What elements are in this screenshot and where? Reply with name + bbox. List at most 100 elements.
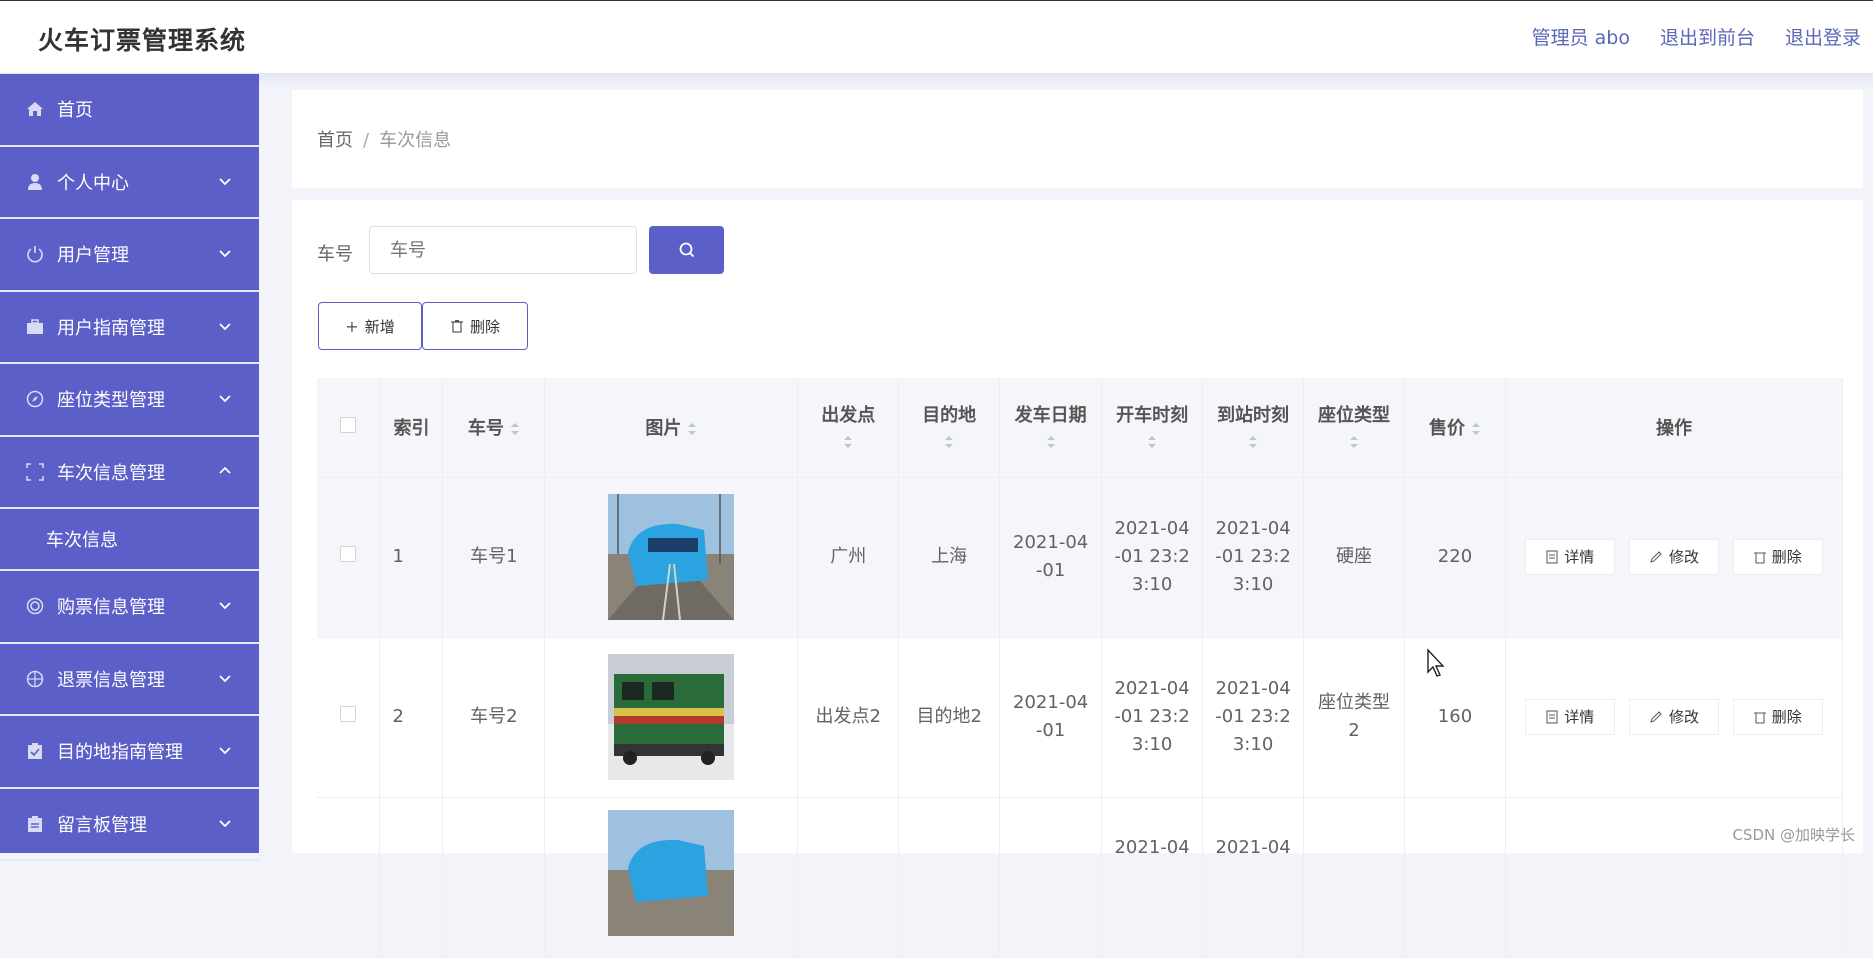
sort-icon: [1046, 435, 1056, 449]
cell-date: 2021-04-01: [1000, 637, 1102, 797]
mouse-cursor-icon: [1426, 648, 1446, 678]
cell-seat: [1304, 797, 1405, 957]
table-row: 2021-04 2021-04: [317, 797, 1843, 957]
search-button[interactable]: [649, 226, 724, 274]
cell-depart: 2021-04: [1102, 797, 1203, 957]
row-checkbox[interactable]: [340, 546, 356, 562]
search-input[interactable]: [369, 226, 637, 274]
col-arrive[interactable]: 到站时刻: [1203, 378, 1304, 477]
col-seat[interactable]: 座位类型: [1304, 378, 1405, 477]
row-select-cell: [317, 797, 380, 957]
sidebar-item-guide[interactable]: 用户指南管理: [0, 292, 259, 365]
col-train-no[interactable]: 车号: [443, 378, 545, 477]
chevron-down-icon: [217, 815, 233, 831]
detail-label: 详情: [1564, 703, 1594, 731]
cell-to: [899, 797, 1000, 957]
table-header-row: 索引 车号 图片 出发点 目的地 发车日期 开车时刻 到站时刻 座位类型 售价 …: [317, 378, 1843, 477]
col-from[interactable]: 出发点: [798, 378, 899, 477]
col-image[interactable]: 图片: [545, 378, 798, 477]
sort-icon: [843, 435, 853, 449]
user-icon: [25, 172, 45, 192]
trash-icon: [1754, 710, 1766, 724]
breadcrumb-separator: /: [363, 130, 369, 151]
edit-button[interactable]: 修改: [1629, 539, 1719, 575]
col-depart[interactable]: 开车时刻: [1102, 378, 1203, 477]
cell-image: [545, 477, 798, 637]
cell-seat: 座位类型2: [1304, 637, 1405, 797]
cell-depart: 2021-04-01 23:23:10: [1102, 637, 1203, 797]
chevron-down-icon: [217, 245, 233, 261]
chevron-down-icon: [217, 597, 233, 613]
cell-index: [380, 797, 443, 957]
select-all-checkbox[interactable]: [340, 417, 356, 433]
clipboard-icon: [25, 814, 45, 834]
breadcrumb-home[interactable]: 首页: [317, 130, 353, 151]
edit-label: 修改: [1669, 543, 1699, 571]
cell-train-no: [443, 797, 545, 957]
app-title: 火车订票管理系统: [38, 21, 246, 57]
sidebar-item-label: 首页: [57, 96, 93, 122]
sidebar-item-label: 座位类型管理: [57, 386, 165, 412]
cell-date: [1000, 797, 1102, 957]
sidebar-item-label: 留言板管理: [57, 811, 147, 837]
trash-icon: [450, 319, 464, 333]
cell-arrive: 2021-04-01 23:23:10: [1203, 637, 1304, 797]
sidebar-item-seat-type[interactable]: 座位类型管理: [0, 364, 259, 437]
detail-label: 详情: [1564, 543, 1594, 571]
header-links: 管理员 abo 退出到前台 退出登录: [1532, 23, 1861, 50]
sort-icon: [1471, 422, 1481, 436]
briefcase-icon: [25, 317, 45, 337]
row-delete-button[interactable]: 删除: [1733, 699, 1823, 735]
cell-from: 出发点2: [798, 637, 899, 797]
cell-to: 目的地2: [899, 637, 1000, 797]
col-price[interactable]: 售价: [1405, 378, 1506, 477]
breadcrumb-current: 车次信息: [379, 130, 451, 151]
sort-icon: [944, 435, 954, 449]
col-label: 车号: [468, 418, 504, 439]
add-button[interactable]: + 新增: [318, 302, 422, 350]
sidebar-subitem-train-info[interactable]: 车次信息: [0, 509, 259, 571]
detail-button[interactable]: 详情: [1525, 539, 1615, 575]
compass-icon: [25, 389, 45, 409]
sidebar-item-personal[interactable]: 个人中心: [0, 147, 259, 220]
col-actions: 操作: [1505, 378, 1842, 477]
cell-price: 220: [1405, 477, 1506, 637]
row-delete-button[interactable]: 删除: [1733, 539, 1823, 575]
cell-index: 1: [380, 477, 443, 637]
logout-link[interactable]: 退出登录: [1785, 23, 1861, 50]
col-date[interactable]: 发车日期: [1000, 378, 1102, 477]
cell-to: 上海: [899, 477, 1000, 637]
detail-button[interactable]: 详情: [1525, 699, 1615, 735]
cell-train-no: 车号1: [443, 477, 545, 637]
col-to[interactable]: 目的地: [899, 378, 1000, 477]
trash-icon: [1754, 550, 1766, 564]
chevron-down-icon: [217, 173, 233, 189]
chevron-down-icon: [217, 670, 233, 686]
sidebar-item-home[interactable]: 首页: [0, 74, 259, 147]
table-row: 1 车号1 广州 上海 2021-04-01 2021-04-01 23:23:…: [317, 477, 1843, 637]
cell-seat: 硬座: [1304, 477, 1405, 637]
sidebar-item-refund[interactable]: 退票信息管理: [0, 644, 259, 717]
plus-icon: +: [345, 317, 358, 336]
cell-price: 160: [1405, 637, 1506, 797]
cell-date: 2021-04-01: [1000, 477, 1102, 637]
sidebar-item-users[interactable]: 用户管理: [0, 219, 259, 292]
frame-icon: [25, 462, 45, 482]
row-checkbox[interactable]: [340, 706, 356, 722]
top-header: 火车订票管理系统 管理员 abo 退出到前台 退出登录: [0, 0, 1873, 74]
chevron-down-icon: [217, 742, 233, 758]
edit-button[interactable]: 修改: [1629, 699, 1719, 735]
exit-to-front-link[interactable]: 退出到前台: [1660, 23, 1755, 50]
sidebar-item-purchase[interactable]: 购票信息管理: [0, 571, 259, 644]
cell-image: [545, 637, 798, 797]
admin-user-link[interactable]: 管理员 abo: [1532, 23, 1630, 50]
sidebar-item-destination[interactable]: 目的地指南管理: [0, 716, 259, 789]
col-label: 到站时刻: [1203, 401, 1303, 427]
delete-button[interactable]: 删除: [422, 302, 528, 350]
col-label: 发车日期: [1000, 401, 1101, 427]
cell-from: 广州: [798, 477, 899, 637]
sidebar-item-train-info[interactable]: 车次信息管理: [0, 437, 259, 510]
sidebar-item-message[interactable]: 留言板管理: [0, 789, 259, 862]
row-select-cell: [317, 637, 380, 797]
breadcrumb: 首页 / 车次信息: [317, 126, 451, 152]
